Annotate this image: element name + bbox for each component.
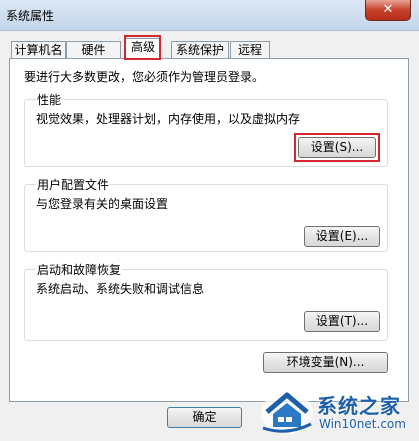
admin-note: 要进行大多数更改，您必须作为管理员登录。 [24, 70, 265, 84]
environment-variables-button[interactable]: 环境变量(N)... [263, 352, 388, 373]
tab-hardware[interactable]: 硬件 [66, 41, 121, 59]
user-profiles-settings-button[interactable]: 设置(E)... [304, 226, 380, 247]
ok-button[interactable]: 确定 [167, 407, 242, 428]
performance-description: 视觉效果，处理器计划，内存使用，以及虚拟内存 [36, 112, 301, 126]
startup-recovery-description: 系统启动、系统失败和调试信息 [36, 282, 205, 296]
watermark: 系统之家 Win10net.com [255, 384, 419, 441]
tab-remote[interactable]: 远程 [230, 41, 270, 59]
watermark-url: Win10net.com [319, 417, 406, 431]
close-button[interactable]: ✕ [365, 0, 411, 21]
user-profiles-description: 与您登录有关的桌面设置 [36, 197, 169, 211]
watermark-brand-name: 系统之家 [317, 394, 401, 418]
performance-title: 性能 [36, 91, 63, 108]
house-logo-icon [261, 392, 313, 434]
user-profiles-title: 用户配置文件 [36, 176, 111, 193]
startup-recovery-settings-button[interactable]: 设置(T)... [304, 311, 380, 332]
startup-recovery-title: 启动和故障恢复 [36, 261, 123, 278]
tab-computer-name[interactable]: 计算机名 [11, 41, 66, 59]
performance-settings-highlight [294, 133, 380, 162]
tab-system-protection[interactable]: 系统保护 [171, 41, 229, 59]
window-title: 系统属性 [6, 9, 55, 23]
system-properties-window: 系统属性 ✕ 计算机名 硬件 高级 系统保护 远程 要进行大多数更改，您必须作为… [0, 0, 419, 441]
title-bar[interactable]: 系统属性 ✕ [0, 0, 419, 31]
advanced-tab-highlight [124, 35, 161, 60]
